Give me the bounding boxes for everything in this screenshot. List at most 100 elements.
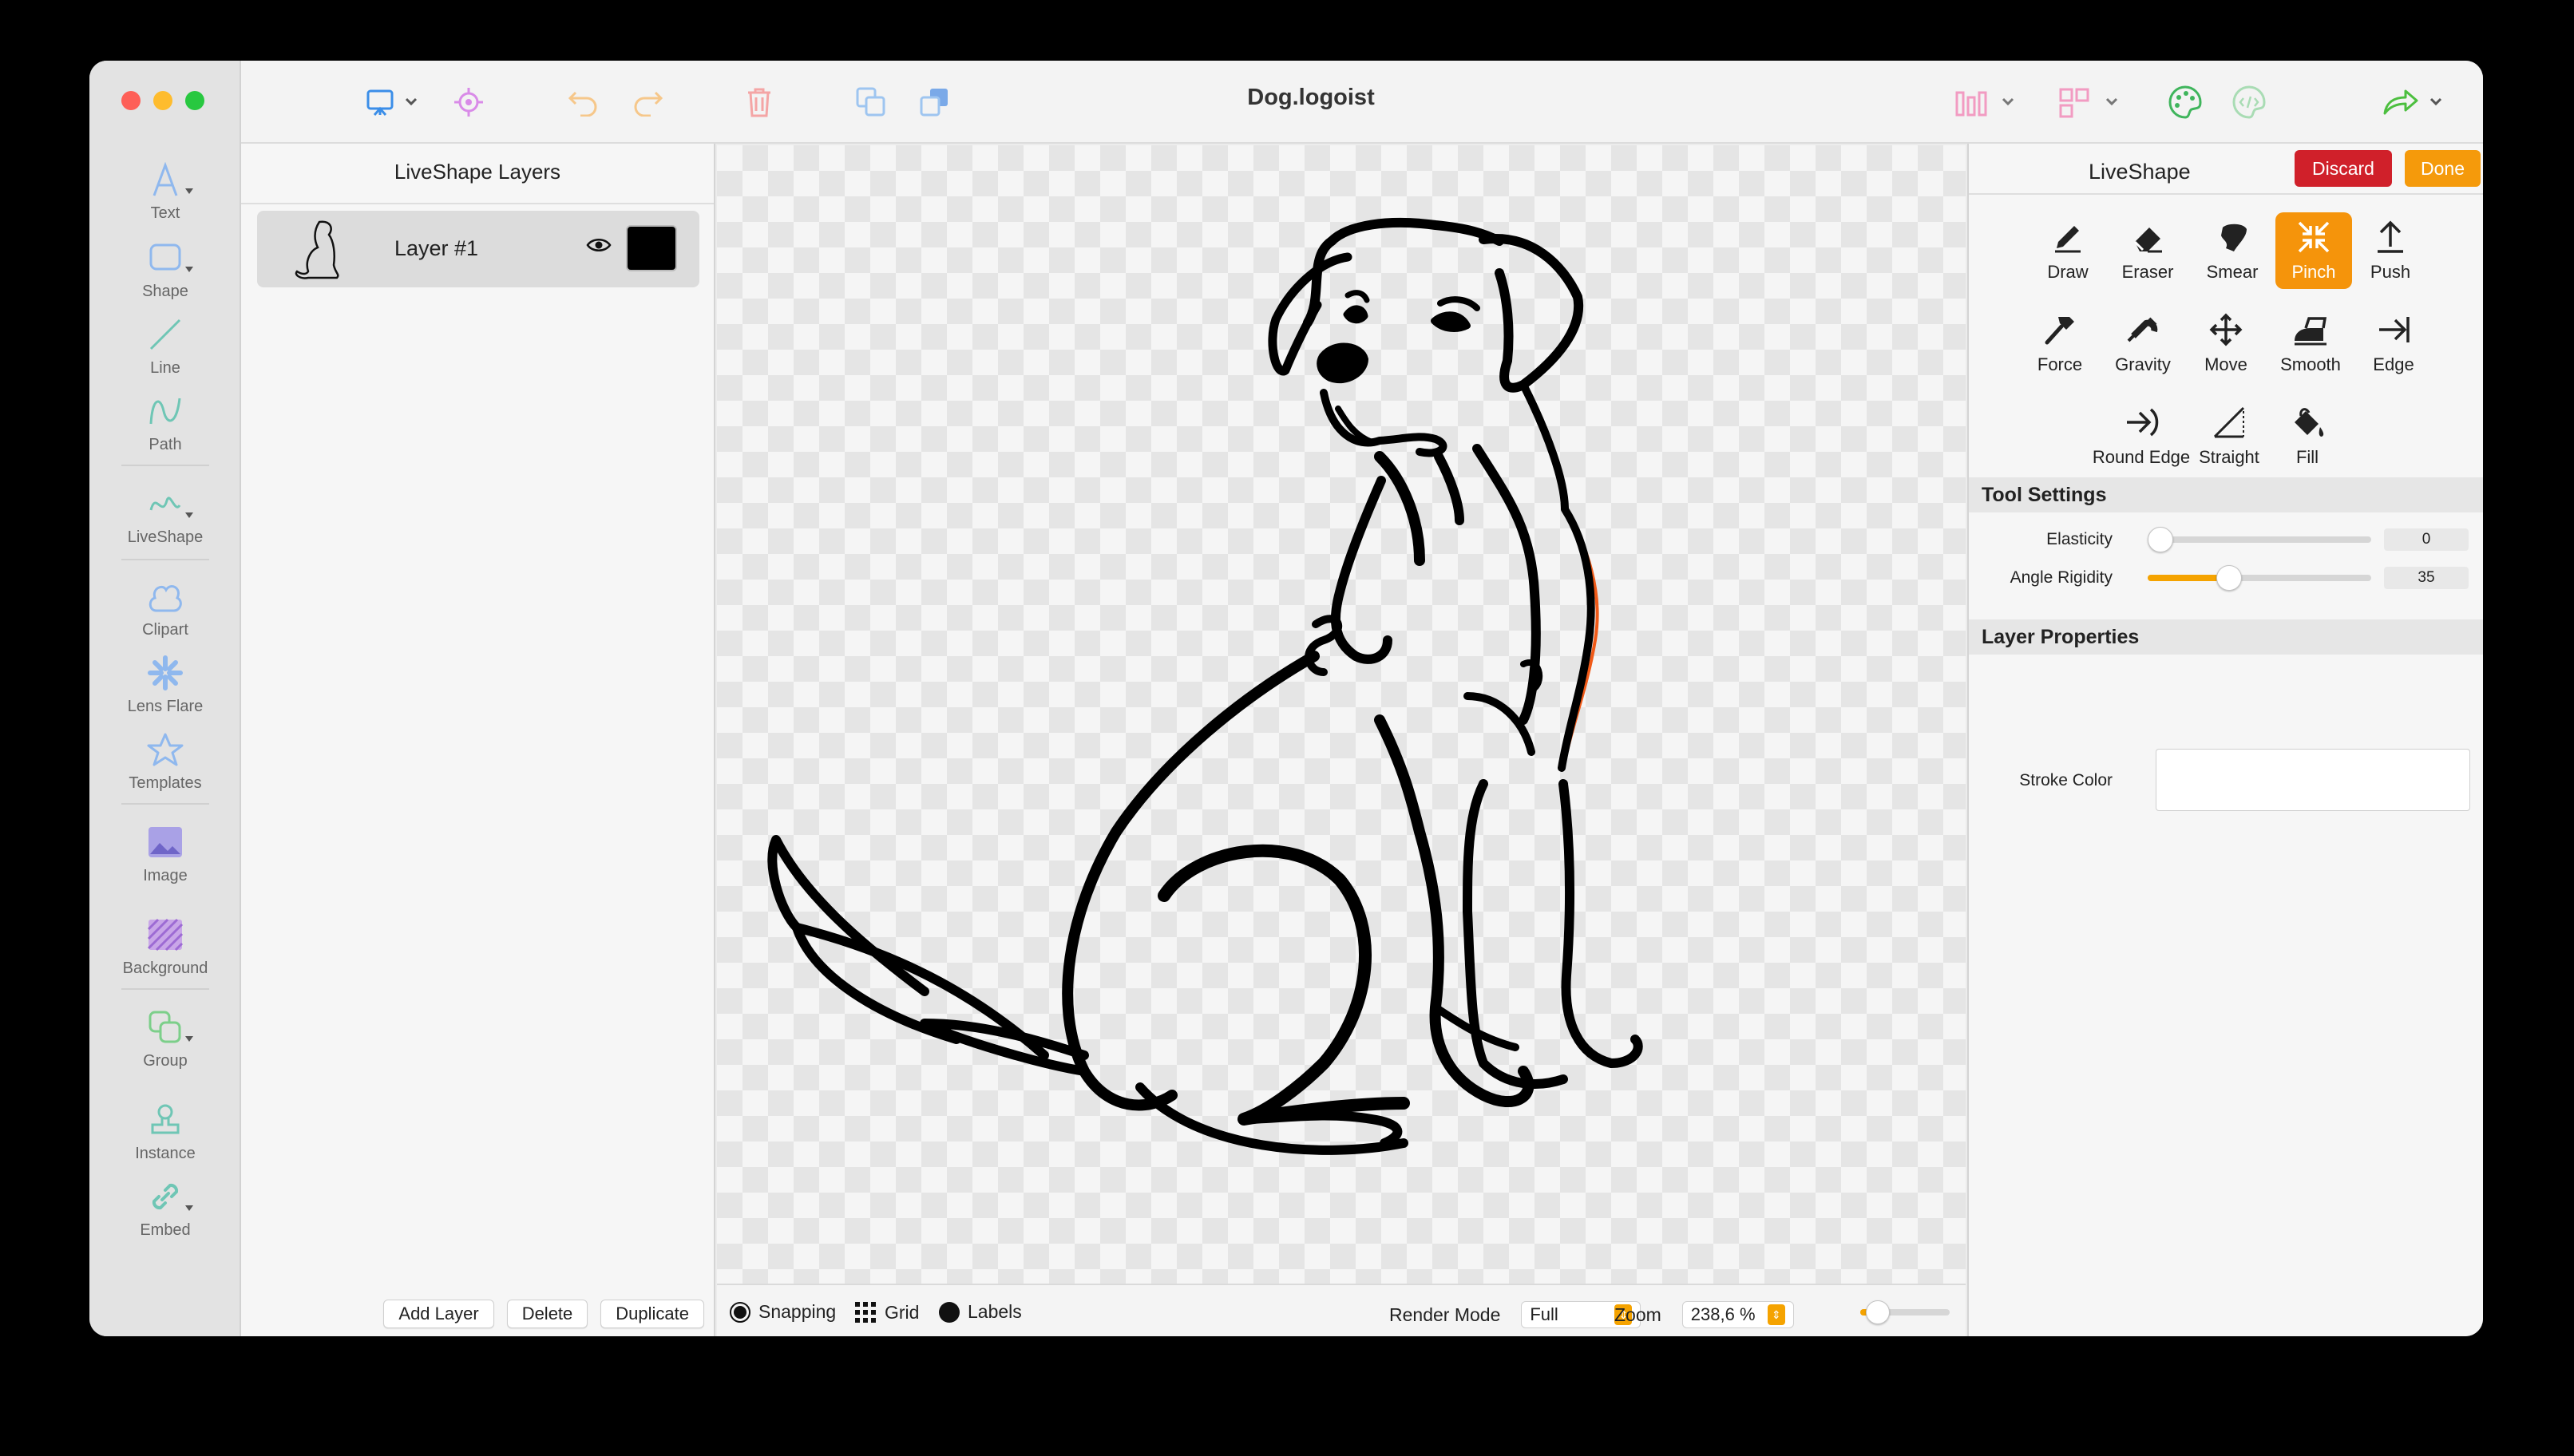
divider [121, 465, 209, 466]
tool-liveshape[interactable]: LiveShape [89, 484, 241, 556]
add-layer-button[interactable]: Add Layer [383, 1300, 494, 1328]
tool-background[interactable]: Background [89, 915, 241, 987]
arrange-forward-icon [856, 87, 885, 117]
line-icon [145, 315, 185, 354]
zoom-slider-knob[interactable] [1866, 1300, 1891, 1324]
color-code-button[interactable] [2229, 81, 2269, 123]
render-mode-value: Full [1530, 1304, 1558, 1324]
elasticity-slider[interactable] [2148, 527, 2371, 552]
tool-group[interactable]: Group [89, 1007, 241, 1079]
magnet-icon [2123, 310, 2163, 350]
discard-button[interactable]: Discard [2295, 150, 2392, 187]
trash-icon [748, 88, 770, 117]
tool-label: Embed [140, 1221, 191, 1239]
divider [241, 203, 714, 204]
close-window-button[interactable] [121, 91, 141, 110]
liveshape-tool-push[interactable]: Push [2352, 212, 2429, 289]
labels-toggle[interactable]: Labels [939, 1301, 1022, 1323]
zoom-select[interactable]: 238,6 % ⇕ [1681, 1301, 1794, 1328]
visibility-toggle[interactable] [586, 236, 612, 258]
smear-icon [2212, 217, 2252, 257]
color-palette-button[interactable] [2165, 81, 2205, 123]
tool-lens-flare[interactable]: Lens Flare [89, 653, 241, 725]
distribute-menu-button[interactable] [2053, 81, 2125, 123]
tool-path[interactable]: Path [89, 391, 241, 463]
tool-image[interactable]: Image [89, 822, 241, 894]
angle-rigidity-slider[interactable] [2148, 565, 2371, 591]
tool-text[interactable]: Text [89, 160, 241, 231]
chevron-down-icon [185, 188, 193, 194]
zoom-value: 238,6 % [1690, 1304, 1756, 1324]
angle-rigidity-value[interactable]: 35 [2384, 567, 2469, 589]
grid-toggle[interactable]: Grid [854, 1301, 919, 1323]
layer-name: Layer #1 [394, 236, 479, 260]
background-icon [145, 915, 185, 955]
undo-button[interactable] [564, 81, 604, 123]
app-window: Text Shape Line Path LiveShape Clipart L… [89, 61, 2483, 1336]
render-mode-label: Render Mode [1389, 1304, 1501, 1325]
tool-settings-header: Tool Settings [1969, 477, 2483, 512]
layer-color-swatch[interactable] [626, 225, 677, 271]
snapping-radio-icon [730, 1301, 750, 1323]
inspector-title: LiveShape [2089, 160, 2191, 184]
tool-embed[interactable]: Embed [89, 1177, 241, 1248]
liveshape-tool-gravity[interactable]: Gravity [2105, 305, 2181, 382]
elasticity-label: Elasticity [2046, 530, 2113, 548]
templates-icon [145, 730, 185, 770]
dog-liveshape-artwork[interactable] [717, 145, 1966, 1284]
elasticity-value[interactable]: 0 [2384, 528, 2469, 551]
liveshape-tool-smooth[interactable]: Smooth [2272, 305, 2349, 382]
tool-instance[interactable]: Instance [89, 1100, 241, 1172]
snapping-label: Snapping [758, 1301, 837, 1322]
easel-icon [366, 89, 418, 116]
labels-dot-icon [939, 1301, 960, 1323]
liveshape-tool-fill[interactable]: Fill [2269, 398, 2346, 474]
share-menu-button[interactable] [2378, 81, 2449, 123]
send-backward-button[interactable] [915, 81, 955, 123]
delete-button[interactable] [739, 81, 779, 123]
duplicate-layer-button[interactable]: Duplicate [600, 1300, 704, 1328]
tool-clipart[interactable]: Clipart [89, 576, 241, 648]
liveshape-tool-force[interactable]: Force [2022, 305, 2098, 382]
delete-layer-button[interactable]: Delete [506, 1300, 588, 1328]
divider [1969, 193, 2483, 195]
redo-button[interactable] [628, 81, 667, 123]
minimize-window-button[interactable] [153, 91, 172, 110]
align-menu-button[interactable] [1950, 81, 2022, 123]
pinch-icon [2294, 217, 2334, 257]
push-icon [2370, 217, 2410, 257]
zoom-slider[interactable] [1860, 1300, 1950, 1324]
stroke-color-well[interactable] [2156, 749, 2470, 811]
bring-forward-button[interactable] [851, 81, 891, 123]
done-button[interactable]: Done [2405, 150, 2481, 187]
divider [121, 803, 209, 805]
layers-panel-title: LiveShape Layers [394, 160, 561, 184]
tool-shape[interactable]: Shape [89, 238, 241, 310]
zoom-window-button[interactable] [185, 91, 204, 110]
tool-label: Background [122, 959, 208, 977]
drawing-canvas[interactable] [717, 145, 1966, 1284]
present-menu-button[interactable] [361, 81, 425, 123]
angle-rigidity-slider-knob[interactable] [2216, 565, 2242, 591]
liveshape-tool-round-edge[interactable]: Round Edge [2093, 398, 2190, 474]
tool-label: Line [150, 359, 180, 377]
tool-line[interactable]: Line [89, 315, 241, 386]
tool-templates[interactable]: Templates [89, 730, 241, 801]
target-button[interactable] [449, 81, 489, 123]
tool-label: Push [2370, 262, 2411, 282]
shape-icon [145, 238, 185, 278]
elasticity-slider-knob[interactable] [2148, 527, 2173, 552]
labels-label: Labels [968, 1301, 1022, 1322]
edge-icon [2374, 310, 2414, 350]
liveshape-tool-edge[interactable]: Edge [2355, 305, 2432, 382]
align-icon [1955, 91, 2014, 117]
liveshape-tool-eraser[interactable]: Eraser [2109, 212, 2186, 289]
redo-icon [634, 91, 663, 117]
snapping-toggle[interactable]: Snapping [730, 1301, 836, 1323]
layer-row[interactable]: Layer #1 [257, 211, 699, 287]
tool-label: Shape [142, 283, 188, 300]
window-toolbar: Dog.logoist [241, 61, 2483, 144]
fill-icon [2287, 402, 2327, 442]
tool-label: Image [143, 867, 188, 884]
liveshape-tool-move[interactable]: Move [2188, 305, 2264, 382]
